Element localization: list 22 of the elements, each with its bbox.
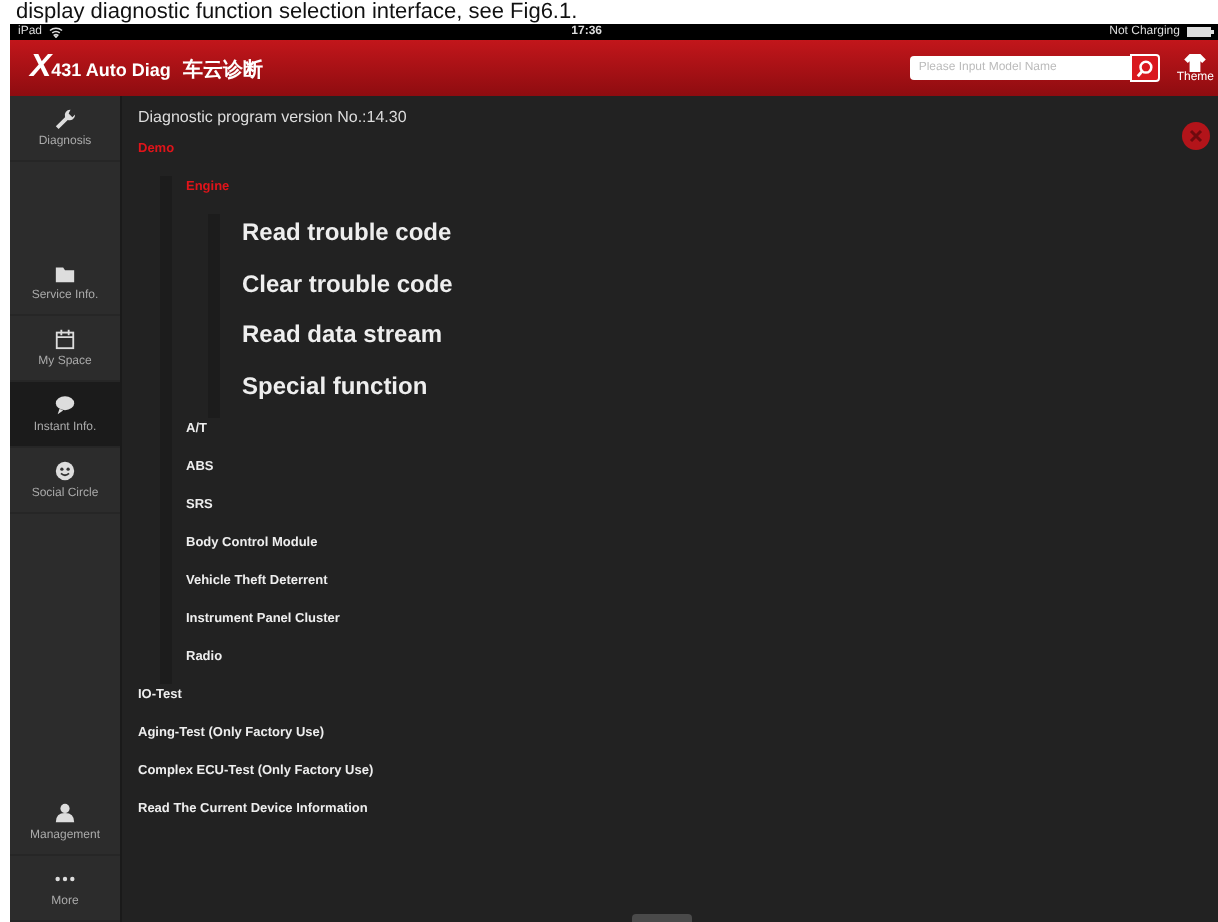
- logo-text: 431 Auto Diag: [51, 60, 171, 80]
- close-icon[interactable]: [1182, 122, 1210, 150]
- smiley-icon: [54, 460, 76, 482]
- shirt-icon: [1184, 53, 1207, 71]
- battery-icon: [1185, 26, 1214, 38]
- function-item[interactable]: Clear trouble code: [242, 265, 453, 316]
- logo-mark: X: [30, 50, 52, 86]
- pull-handle[interactable]: [632, 914, 692, 922]
- function-item[interactable]: Read data stream: [242, 316, 443, 367]
- person-icon: [54, 802, 76, 824]
- search-icon: [1136, 59, 1155, 77]
- logo-chinese-text: 车云诊断: [182, 56, 263, 84]
- wrench-icon: [54, 108, 76, 130]
- wifi-icon: [48, 26, 65, 38]
- caption-text: display diagnostic function selection interface, see Fig6.1.: [14, 0, 580, 24]
- chat-bubble-icon: [54, 394, 76, 416]
- search-button[interactable]: [1130, 54, 1161, 82]
- folder-icon: [54, 262, 76, 284]
- function-item[interactable]: Special function: [242, 367, 428, 418]
- version-text: Diagnostic program version No.:14.30: [138, 108, 409, 126]
- calendar-icon: [54, 328, 76, 350]
- function-item[interactable]: Read trouble code: [242, 214, 452, 265]
